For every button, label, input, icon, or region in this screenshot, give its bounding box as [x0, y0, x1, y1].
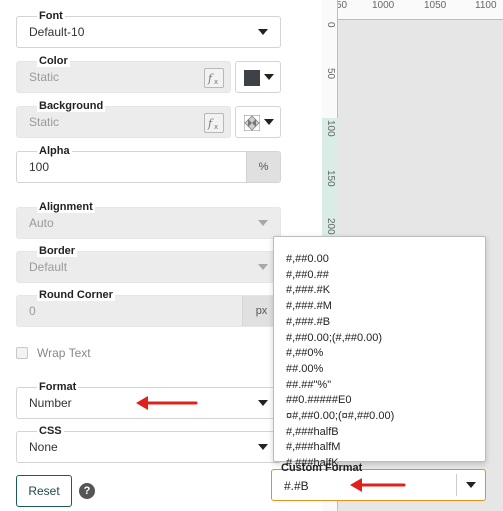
alignment-label: Alignment — [37, 201, 95, 213]
format-option[interactable]: #,###.#K — [286, 283, 485, 299]
border-label: Border — [37, 245, 78, 257]
divider — [456, 474, 457, 496]
annotation-arrow-format — [136, 396, 198, 410]
format-option[interactable]: ##.00% — [286, 362, 485, 378]
format-value: Number — [29, 396, 72, 410]
format-option[interactable]: #,##0.00;(#,##0.00) — [286, 331, 485, 347]
chevron-down-icon — [258, 29, 268, 35]
css-label: CSS — [37, 425, 64, 437]
alpha-label: Alpha — [37, 145, 72, 157]
svg-text:f: f — [207, 117, 214, 130]
color-label: Color — [37, 55, 70, 67]
chevron-down-icon — [258, 264, 268, 270]
format-option[interactable]: #,###halfM — [286, 440, 485, 456]
ruler-tick: 150 — [325, 170, 336, 187]
custom-format-value: #.#B — [284, 479, 309, 493]
format-option[interactable]: #,###halfB — [286, 425, 485, 441]
ruler-tick: 50 — [325, 68, 336, 80]
help-icon[interactable]: ? — [79, 483, 95, 499]
chevron-down-icon — [258, 400, 268, 406]
font-value: Default-10 — [29, 25, 85, 39]
custom-format-label: Custom Format — [281, 462, 363, 474]
format-option[interactable]: ¤#,##0.00;(¤#,##0.00) — [286, 409, 485, 425]
wrap-text-checkbox[interactable] — [16, 347, 28, 359]
format-label: Format — [37, 381, 79, 393]
format-option[interactable]: #,###.#B — [286, 315, 485, 331]
format-option[interactable]: #,##0.## — [286, 268, 485, 284]
chevron-down-icon — [258, 444, 268, 450]
formula-icon[interactable]: fx — [204, 113, 224, 133]
reset-button[interactable]: Reset — [16, 475, 72, 507]
css-value: None — [29, 440, 58, 454]
format-options-dropdown[interactable]: #,##0.00 #,##0.## #,###.#K #,###.#M #,###.#B… — [273, 236, 486, 469]
svg-text:f: f — [207, 72, 214, 85]
color-picker-button[interactable] — [235, 61, 281, 93]
alpha-value: 100 — [29, 160, 50, 174]
chevron-down-icon[interactable] — [466, 482, 476, 488]
format-option[interactable]: #,##0% — [286, 346, 485, 362]
background-value: Static — [29, 115, 60, 129]
font-label: Font — [37, 10, 65, 22]
ruler-tick: 1100 — [475, 0, 497, 11]
ruler-tick: 1050 — [424, 0, 447, 11]
round-corner-label: Round Corner — [37, 289, 115, 301]
format-option[interactable]: ##.##"%" — [286, 378, 485, 394]
ruler-tick: 0 — [325, 22, 336, 28]
wrap-text-label: Wrap Text — [37, 346, 91, 360]
chevron-down-icon — [264, 74, 274, 80]
formula-icon[interactable]: fx — [204, 68, 224, 88]
ruler-tick: 200 — [325, 218, 336, 235]
ruler-tick: 1000 — [372, 0, 395, 11]
background-picker-button[interactable] — [235, 106, 281, 138]
transparent-swatch-icon — [243, 114, 261, 132]
alignment-value: Auto — [29, 216, 54, 230]
horizontal-ruler: 50 1000 1050 1100 — [322, 0, 503, 20]
round-corner-value: 0 — [29, 304, 36, 318]
annotation-arrow-custom-format — [350, 478, 406, 492]
svg-text:x: x — [214, 123, 218, 131]
chevron-down-icon — [264, 119, 274, 125]
format-option[interactable]: #,###.#M — [286, 299, 485, 315]
color-value: Static — [29, 70, 60, 84]
svg-text:x: x — [214, 78, 218, 86]
format-option[interactable]: #,##0.00 — [286, 252, 485, 268]
background-label: Background — [37, 100, 106, 112]
chevron-down-icon — [258, 220, 268, 226]
color-swatch — [244, 70, 260, 86]
format-options-list: #,##0.00 #,##0.## #,###.#K #,###.#M #,###.#B… — [274, 237, 485, 472]
border-value: Default — [29, 260, 68, 274]
alpha-unit: % — [246, 152, 280, 182]
ruler-tick: 100 — [325, 120, 336, 137]
format-option[interactable]: ##0.#####E0 — [286, 393, 485, 409]
